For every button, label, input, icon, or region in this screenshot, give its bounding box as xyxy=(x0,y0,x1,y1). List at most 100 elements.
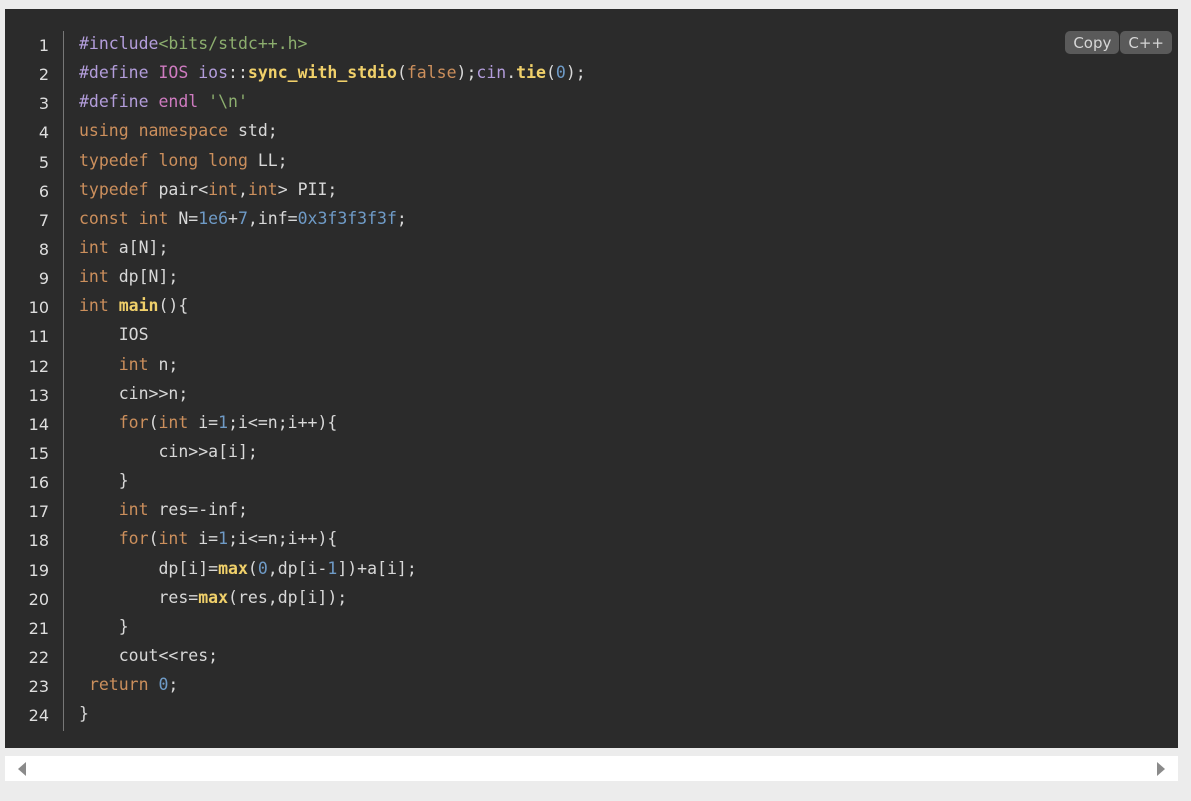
code-token: endl xyxy=(158,92,209,112)
horizontal-scrollbar[interactable] xyxy=(5,756,1178,781)
code-token: for xyxy=(118,412,149,432)
code-token: cout<<res; xyxy=(79,645,219,665)
line-number: 21 xyxy=(28,618,49,638)
code-line: res=max(res,dp[i]); xyxy=(79,583,586,612)
code-token: 0 xyxy=(257,558,268,578)
code-token: #define xyxy=(79,92,159,112)
code-line: const int N=1e6+7,inf=0x3f3f3f3f; xyxy=(79,204,586,233)
code-token: LL; xyxy=(257,150,288,170)
code-token: 0 xyxy=(555,63,566,83)
code-token: ;i<=n;i++){ xyxy=(228,529,338,549)
line-number: 4 xyxy=(38,123,49,143)
code-token: cin>>n; xyxy=(79,383,189,403)
code-token: ios xyxy=(198,63,229,83)
code-token: <bits/stdc++.h> xyxy=(158,34,308,53)
code-token: sync_with_stdio xyxy=(247,63,397,83)
line-number: 11 xyxy=(28,327,49,347)
code-line: int dp[N]; xyxy=(79,262,586,291)
code-line: int n; xyxy=(79,350,586,379)
scroll-right-arrow-icon[interactable] xyxy=(1157,762,1165,776)
code-token: 1 xyxy=(218,412,229,432)
code-token: 1 xyxy=(218,529,229,549)
code-token: ( xyxy=(148,529,159,549)
code-token: return xyxy=(88,675,159,695)
code-token: ); xyxy=(565,63,586,83)
line-number: 20 xyxy=(28,589,49,609)
code-token: int xyxy=(158,412,199,432)
code-token: } xyxy=(79,704,89,724)
code-token: (){ xyxy=(158,296,189,316)
code-token: ( xyxy=(396,63,407,83)
code-token: 0 xyxy=(158,675,169,695)
code-token: int xyxy=(79,237,119,257)
code-token: const int xyxy=(79,208,179,228)
code-token: typedef long long xyxy=(79,150,258,170)
code-line: cout<<res; xyxy=(79,641,586,670)
code-token: dp[N]; xyxy=(118,267,179,287)
code-line: int res=-inf; xyxy=(79,495,586,524)
line-number: 18 xyxy=(28,531,49,551)
code-token: N= xyxy=(178,208,199,228)
code-token: ])+a[i]; xyxy=(337,558,417,578)
code-token: int xyxy=(158,529,199,549)
code-token: i= xyxy=(198,529,219,549)
code-token: IOS xyxy=(79,325,149,345)
code-line: dp[i]=max(0,dp[i-1])+a[i]; xyxy=(79,554,586,583)
code-token: 1e6 xyxy=(198,208,229,228)
line-number: 19 xyxy=(28,560,49,580)
code-token: (res,dp[i]); xyxy=(228,587,348,607)
code-token: cin xyxy=(476,63,507,83)
code-line: typedef pair<int,int> PII; xyxy=(79,175,586,204)
code-token: ;i<=n;i++){ xyxy=(228,412,338,432)
code-token: '\n' xyxy=(208,92,248,112)
line-number: 6 xyxy=(38,181,49,201)
code-line: } xyxy=(79,699,586,728)
language-badge[interactable]: C++ xyxy=(1120,31,1172,54)
line-number: 2 xyxy=(38,65,49,85)
line-number: 3 xyxy=(38,94,49,114)
scroll-left-arrow-icon[interactable] xyxy=(18,762,26,776)
code-token: pair< xyxy=(158,179,209,199)
code-token: int xyxy=(79,296,119,316)
code-toolbar: Copy C++ xyxy=(1065,31,1172,54)
code-token: int xyxy=(208,179,238,199)
code-token: ( xyxy=(247,558,258,578)
line-number: 14 xyxy=(28,414,49,434)
code-token: + xyxy=(228,208,238,228)
code-line: typedef long long LL; xyxy=(79,146,586,175)
code-line: int a[N]; xyxy=(79,233,586,262)
code-token: } xyxy=(79,471,129,491)
code-token: dp[i]= xyxy=(79,558,219,578)
code-token: 7 xyxy=(237,208,248,228)
code-line: #include<bits/stdc++.h> xyxy=(79,29,586,58)
code-token: i= xyxy=(198,412,219,432)
code-token: res=-inf; xyxy=(158,500,248,520)
code-token: std; xyxy=(237,121,278,141)
code-token: #include xyxy=(79,34,159,53)
code-line: } xyxy=(79,466,586,495)
code-token: for xyxy=(118,529,149,549)
code-token: int xyxy=(118,500,159,520)
code-line: int main(){ xyxy=(79,291,586,320)
code-token: false xyxy=(406,63,457,83)
code-token: ( xyxy=(545,63,556,83)
line-number: 22 xyxy=(28,647,49,667)
code-token: int xyxy=(247,179,278,199)
code-line: #define endl '\n' xyxy=(79,87,586,116)
code-token: . xyxy=(506,63,517,83)
code-block: Copy C++ 1 2 3 4 5 6 7 8 9 10 11 12 13 14 15 16 17 18 19 20… xyxy=(5,9,1178,748)
code-line: cin>>a[i]; xyxy=(79,437,586,466)
line-number: 7 xyxy=(38,210,49,230)
line-number: 24 xyxy=(28,706,49,726)
line-number: 16 xyxy=(28,473,49,493)
code-token: max xyxy=(218,558,248,578)
code-token: ( xyxy=(148,412,159,432)
code-line: using namespace std; xyxy=(79,116,586,145)
line-number: 5 xyxy=(38,152,49,172)
copy-button[interactable]: Copy xyxy=(1065,31,1120,54)
code-token: > PII; xyxy=(277,179,338,199)
code-token: n; xyxy=(158,354,179,374)
code-token: ; xyxy=(396,208,407,228)
code-token: a[N]; xyxy=(118,237,169,257)
